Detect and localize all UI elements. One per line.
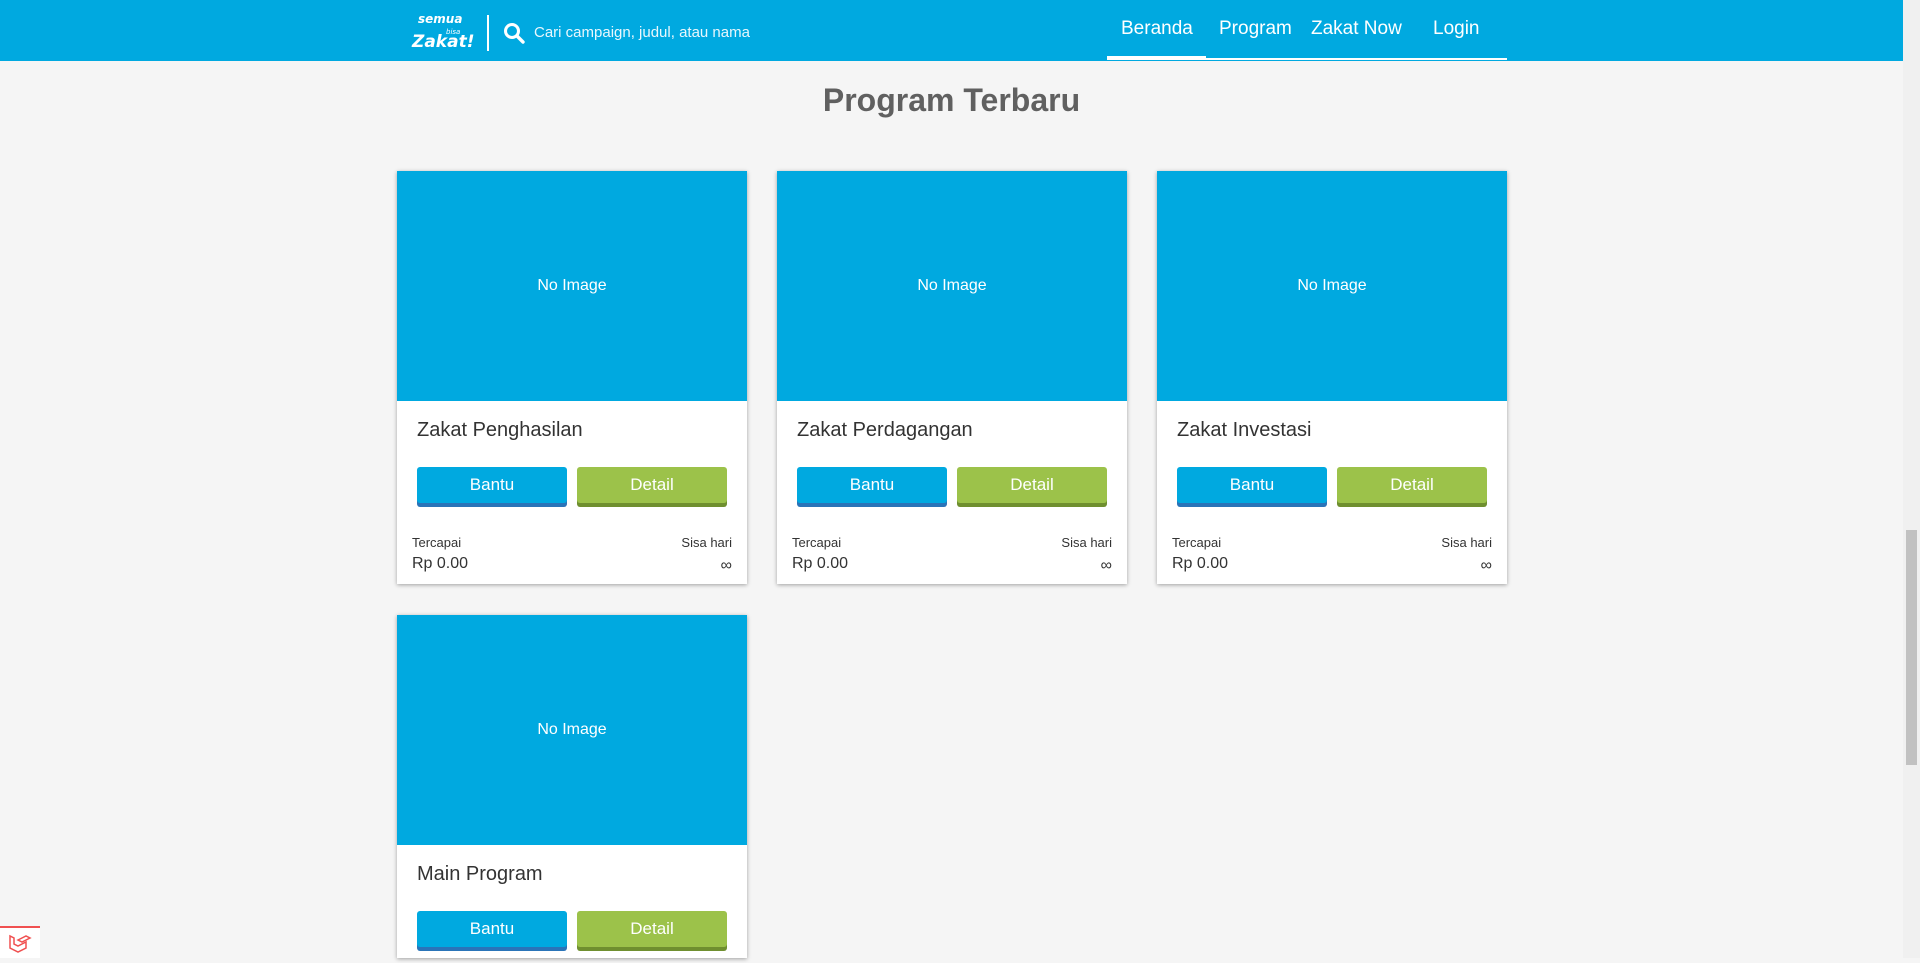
detail-button[interactable]: Detail: [577, 467, 727, 503]
bantu-button[interactable]: Bantu: [417, 911, 567, 947]
days-left-value: ∞: [1480, 557, 1492, 574]
nav-item-program[interactable]: Program: [1219, 18, 1292, 40]
nav-item-beranda[interactable]: Beranda: [1121, 18, 1193, 40]
detail-button[interactable]: Detail: [957, 467, 1107, 503]
program-card: No Image Zakat Investasi Bantu Detail Te…: [1157, 171, 1507, 584]
nav-divider: [487, 15, 489, 51]
laravel-debugbar-icon[interactable]: [0, 926, 40, 958]
detail-button[interactable]: Detail: [1337, 467, 1487, 503]
reached-label: Tercapai: [1172, 535, 1222, 550]
logo[interactable]: semua bisa Zakat!: [410, 7, 476, 53]
reached-value: Rp 0.00: [1172, 555, 1229, 572]
card-image-placeholder[interactable]: No Image: [1157, 171, 1507, 401]
days-left-label: Sisa hari: [681, 535, 732, 550]
nav-item-login[interactable]: Login: [1433, 18, 1480, 40]
nav-underline: [1206, 58, 1507, 60]
scrollbar-track[interactable]: [1903, 0, 1920, 958]
svg-text:Zakat!: Zakat!: [411, 32, 474, 52]
top-navbar: semua bisa Zakat! Beranda Program Zakat …: [0, 0, 1903, 61]
card-title[interactable]: Main Program: [417, 863, 543, 886]
program-card: No Image Zakat Penghasilan Bantu Detail …: [397, 171, 747, 584]
nav-active-indicator: [1107, 56, 1206, 60]
card-title[interactable]: Zakat Perdagangan: [797, 419, 973, 442]
days-left-label: Sisa hari: [1441, 535, 1492, 550]
bantu-button[interactable]: Bantu: [797, 467, 947, 503]
days-left-value: ∞: [720, 557, 732, 574]
search-input[interactable]: [530, 18, 838, 46]
days-left-label: Sisa hari: [1061, 535, 1112, 550]
reached-label: Tercapai: [412, 535, 462, 550]
bantu-button[interactable]: Bantu: [1177, 467, 1327, 503]
card-image-placeholder[interactable]: No Image: [397, 615, 747, 845]
detail-button[interactable]: Detail: [577, 911, 727, 947]
nav-item-zakat-now[interactable]: Zakat Now: [1311, 18, 1402, 40]
section-title: Program Terbaru: [822, 82, 1081, 118]
scrollbar-thumb[interactable]: [1906, 530, 1917, 765]
card-title[interactable]: Zakat Investasi: [1177, 419, 1312, 442]
laravel-icon: [9, 934, 32, 953]
reached-value: Rp 0.00: [792, 555, 849, 572]
days-left-value: ∞: [1100, 557, 1112, 574]
reached-label: Tercapai: [792, 535, 842, 550]
program-card: No Image Zakat Perdagangan Bantu Detail …: [777, 171, 1127, 584]
reached-value: Rp 0.00: [412, 555, 469, 572]
card-title[interactable]: Zakat Penghasilan: [417, 419, 583, 442]
card-image-placeholder[interactable]: No Image: [777, 171, 1127, 401]
program-card: No Image Main Program Bantu Detail: [397, 615, 747, 958]
search-icon[interactable]: [503, 22, 525, 44]
svg-text:semua: semua: [418, 12, 462, 26]
bantu-button[interactable]: Bantu: [417, 467, 567, 503]
card-image-placeholder[interactable]: No Image: [397, 171, 747, 401]
